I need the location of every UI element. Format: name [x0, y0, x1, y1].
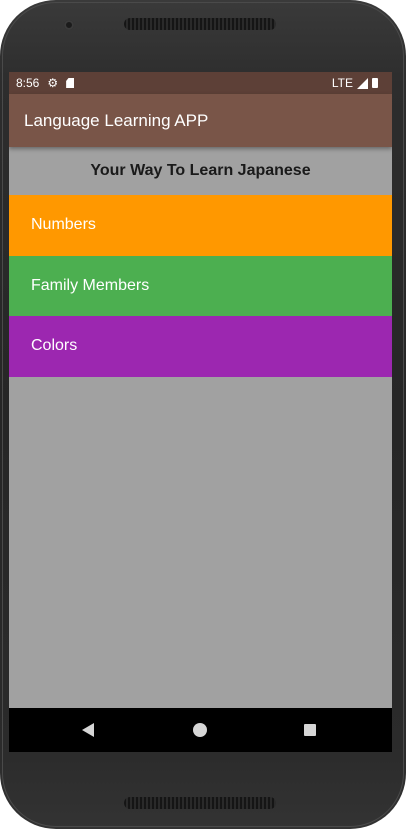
phone-frame: 8:56 ⚙ LTE Language Learning APP Your Wa…	[0, 0, 406, 829]
network-type: LTE	[331, 76, 353, 90]
page-subtitle: Your Way To Learn Japanese	[90, 162, 311, 179]
app-bar: Language Learning APP	[9, 94, 392, 147]
battery-icon	[372, 78, 378, 88]
front-camera	[64, 20, 74, 30]
navigation-bar	[9, 708, 392, 752]
signal-icon	[357, 77, 368, 89]
app-title: Language Learning APP	[24, 111, 209, 130]
category-label: Colors	[31, 337, 78, 354]
home-icon[interactable]	[193, 723, 207, 737]
sd-card-icon	[66, 78, 75, 88]
category-family-members[interactable]: Family Members	[9, 256, 392, 316]
category-label: Family Members	[31, 277, 150, 294]
recents-icon[interactable]	[304, 724, 316, 736]
category-label: Numbers	[31, 216, 96, 233]
gear-icon: ⚙	[47, 76, 59, 90]
app-screen: 8:56 ⚙ LTE Language Learning APP Your Wa…	[9, 72, 392, 752]
status-bar: 8:56 ⚙ LTE	[9, 72, 392, 94]
back-icon[interactable]	[82, 723, 94, 737]
bottom-speaker-grille	[124, 797, 276, 809]
status-time: 8:56	[16, 76, 40, 90]
category-numbers[interactable]: Numbers	[9, 195, 392, 256]
top-speaker-grille	[124, 18, 276, 30]
category-colors[interactable]: Colors	[9, 316, 392, 377]
